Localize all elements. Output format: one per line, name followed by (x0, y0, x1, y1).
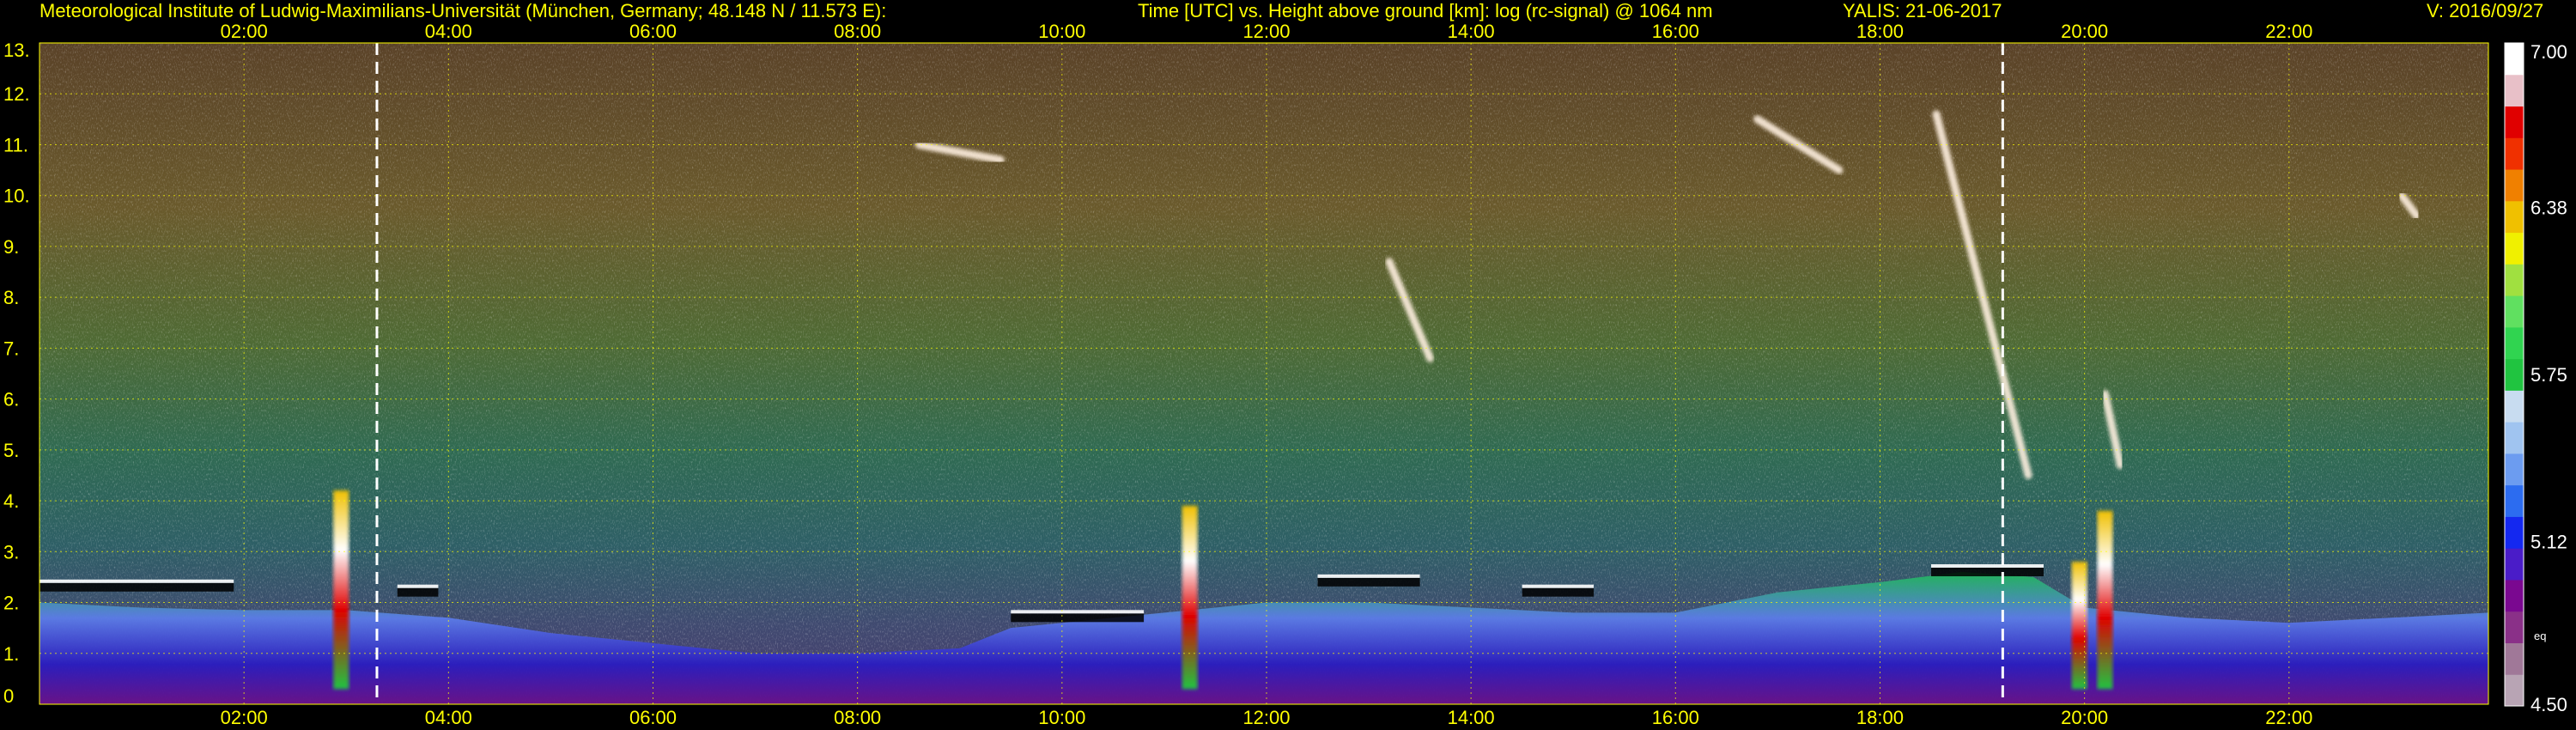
y-tick-label-9: 9. (3, 236, 19, 258)
cloud-top-edge-0 (39, 579, 234, 583)
precipitation-streak-1 (1182, 506, 1198, 690)
x-tick-label-top-1: 04:00 (425, 21, 472, 42)
colorbar-segment-20 (2505, 43, 2524, 76)
cloud-top-edge-2 (1011, 610, 1145, 614)
y-tick-label-6: 6. (3, 389, 19, 411)
y-tick-label-1: 1. (3, 643, 19, 665)
x-tick-label-top-9: 20:00 (2061, 21, 2108, 42)
x-tick-label-bottom-6: 14:00 (1448, 707, 1495, 728)
x-tick-label-top-0: 02:00 (221, 21, 268, 42)
colorbar-segment-15 (2505, 200, 2524, 234)
y-tick-label-11: 11. (3, 134, 28, 155)
cloud-top-band-3 (1317, 577, 1420, 587)
x-tick-label-top-5: 12:00 (1242, 21, 1290, 42)
lidar-quicklook: Meteorological Institute of Ludwig-Maxim… (0, 0, 2576, 730)
x-tick-label-top-6: 14:00 (1448, 21, 1495, 42)
colorbar-segment-4 (2505, 548, 2524, 581)
x-tick-label-bottom-0: 02:00 (221, 707, 268, 728)
colorbar-segment-13 (2505, 264, 2524, 296)
x-tick-label-bottom-3: 08:00 (834, 707, 881, 728)
x-tick-label-bottom-8: 18:00 (1856, 707, 1904, 728)
cloud-top-band-0 (39, 582, 234, 592)
x-tick-label-top-10: 22:00 (2265, 21, 2312, 42)
precipitation-streak-0 (333, 490, 349, 690)
colorbar-tick-label-2: 5.75 (2530, 364, 2567, 386)
cloud-top-edge-4 (1522, 584, 1595, 588)
cloud-top-band-1 (397, 587, 439, 597)
colorbar-segment-14 (2505, 232, 2524, 265)
x-tick-label-bottom-9: 20:00 (2061, 707, 2108, 728)
colorbar-segment-11 (2505, 326, 2524, 360)
cloud-top-band-5 (1931, 568, 2044, 576)
colorbar-segment-8 (2505, 422, 2524, 454)
y-tick-label-3: 3. (3, 541, 19, 563)
colorbar-segment-3 (2505, 579, 2524, 612)
colorbar-segment-19 (2505, 74, 2524, 107)
colorbar-segment-1 (2505, 642, 2524, 675)
colorbar-tick-label-0: 4.50 (2530, 694, 2567, 715)
x-tick-label-top-2: 06:00 (629, 21, 677, 42)
x-tick-label-top-4: 10:00 (1038, 21, 1085, 42)
x-tick-label-top-8: 18:00 (1856, 21, 1904, 42)
y-tick-label-10: 10. (3, 186, 30, 207)
x-tick-label-bottom-10: 22:00 (2265, 707, 2312, 728)
colorbar-segment-10 (2505, 358, 2524, 391)
y-tick-label-2: 2. (3, 593, 19, 614)
y-tick-label-8: 8. (3, 287, 19, 308)
cloud-top-edge-1 (397, 584, 439, 588)
x-tick-label-bottom-7: 16:00 (1652, 707, 1699, 728)
y-tick-label-12: 12. (3, 83, 30, 105)
colorbar-extra-label: eq (2534, 630, 2546, 642)
cloud-top-edge-5 (1931, 564, 2044, 568)
y-tick-label-5: 5. (3, 440, 19, 461)
x-tick-label-top-3: 08:00 (834, 21, 881, 42)
colorbar-segment-6 (2505, 484, 2524, 517)
colorbar-segment-12 (2505, 295, 2524, 328)
colorbar-segment-17 (2505, 137, 2524, 170)
x-tick-label-bottom-5: 12:00 (1242, 707, 1290, 728)
colorbar-tick-label-3: 6.38 (2530, 197, 2567, 218)
y-tick-label-4: 4. (3, 490, 19, 512)
colorbar-segment-0 (2505, 674, 2524, 707)
colorbar-segment-5 (2505, 516, 2524, 549)
backscatter-chart: 02:00 02:00 04:00 04:00 06:00 06:00 08:00 08:00… (3, 21, 2567, 728)
cloud-top-band-2 (1011, 613, 1145, 623)
precipitation-streak-3 (2097, 510, 2113, 690)
x-tick-label-bottom-4: 10:00 (1038, 707, 1085, 728)
x-tick-label-top-7: 16:00 (1652, 21, 1699, 42)
y-tick-label-13: 13. (3, 40, 30, 61)
colorbar-segment-16 (2505, 169, 2524, 202)
colorbar-segment-18 (2505, 106, 2524, 138)
colorbar-segment-2 (2505, 611, 2524, 643)
cloud-top-band-4 (1522, 587, 1595, 597)
y-tick-label-7: 7. (3, 338, 19, 359)
x-tick-label-bottom-1: 04:00 (425, 707, 472, 728)
colorbar-tick-label-4: 7.00 (2530, 41, 2567, 63)
colorbar-segment-7 (2505, 453, 2524, 486)
colorbar-segment-9 (2505, 390, 2524, 423)
cloud-top-edge-3 (1317, 574, 1420, 578)
x-tick-label-bottom-2: 06:00 (629, 707, 677, 728)
colorbar-tick-label-1: 5.12 (2530, 532, 2567, 553)
y-tick-label-0: 0 (3, 685, 14, 707)
